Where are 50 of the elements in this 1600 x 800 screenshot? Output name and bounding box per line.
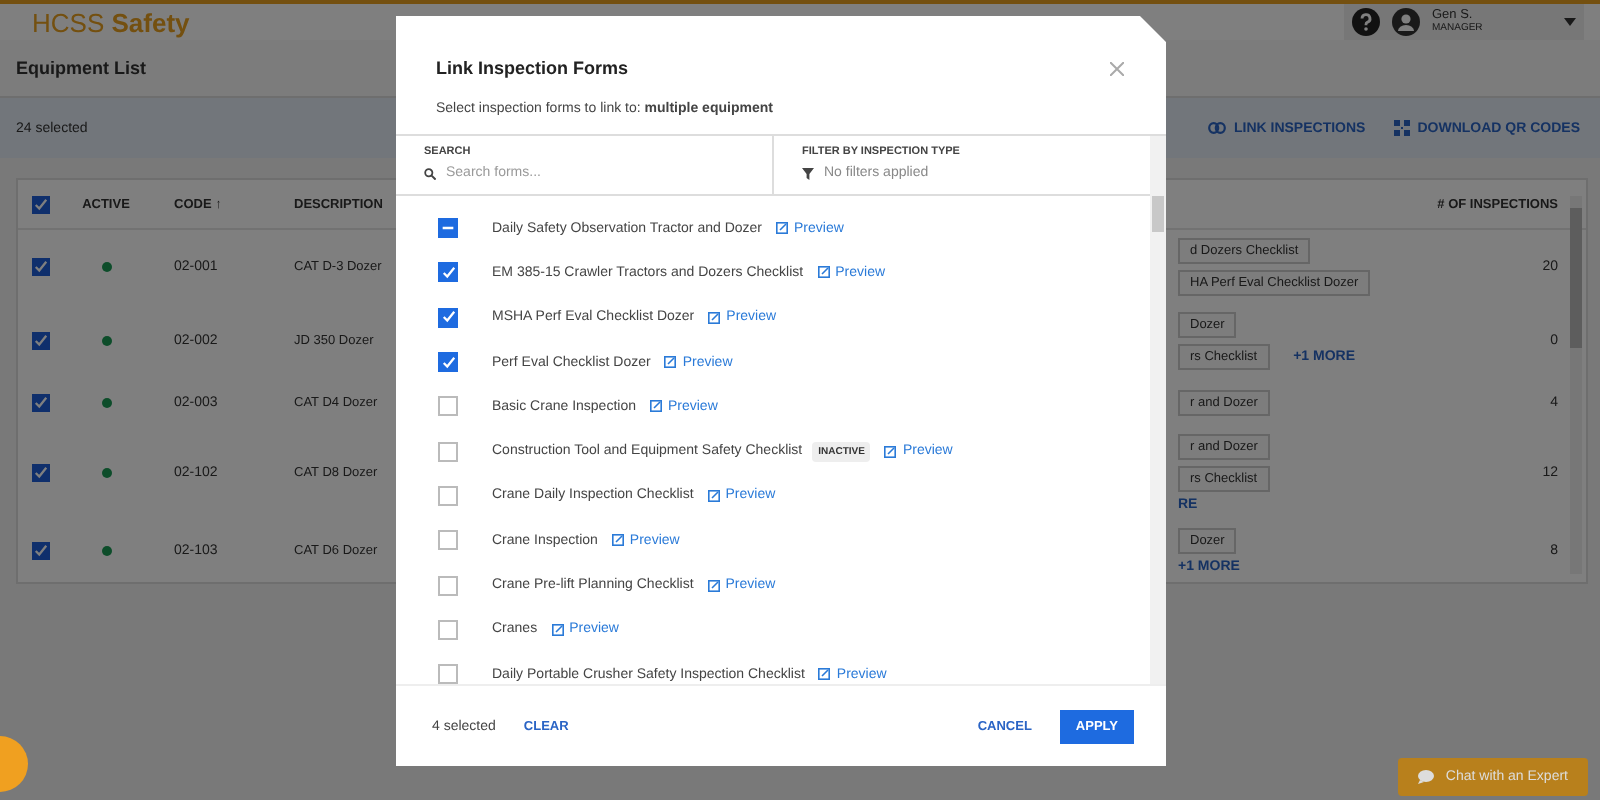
form-checkbox[interactable]	[438, 575, 458, 596]
link-icon	[1207, 122, 1226, 134]
chat-bubble-icon	[1417, 770, 1434, 784]
checkmark-icon	[33, 395, 47, 409]
checkmark-icon	[33, 260, 47, 274]
external-link-icon	[776, 222, 789, 235]
qr-code-icon	[1393, 120, 1410, 136]
search-icon	[424, 167, 436, 179]
external-link-icon	[707, 489, 720, 502]
dialog-title: Link Inspection Forms	[436, 58, 629, 78]
row-checkbox[interactable]	[31, 393, 49, 411]
form-checkbox[interactable]	[438, 530, 458, 551]
form-checkbox[interactable]	[438, 441, 458, 462]
external-link-icon	[551, 623, 564, 636]
form-checkbox[interactable]	[438, 619, 458, 640]
form-checkbox[interactable]	[438, 396, 458, 417]
select-all-checkbox[interactable]	[31, 195, 49, 213]
row-checkbox[interactable]	[31, 464, 49, 482]
checkmark-icon	[33, 466, 47, 480]
user-avatar-icon[interactable]	[1392, 8, 1420, 36]
checkmark-icon	[33, 544, 47, 558]
external-link-icon	[708, 311, 721, 324]
external-link-icon	[649, 400, 662, 413]
external-link-icon	[611, 534, 624, 547]
external-link-icon	[707, 579, 720, 592]
row-checkbox[interactable]	[31, 258, 49, 276]
checkmark-icon	[33, 334, 47, 348]
form-checkbox[interactable]	[438, 262, 458, 283]
page-title: Equipment List	[16, 58, 146, 78]
external-link-icon	[884, 445, 897, 458]
external-link-icon	[817, 266, 830, 279]
scrollbar[interactable]	[1570, 196, 1582, 574]
external-link-icon	[818, 668, 831, 681]
caret-icon[interactable]	[1564, 18, 1576, 26]
row-checkbox[interactable]	[31, 542, 49, 560]
form-checkbox[interactable]	[438, 485, 458, 506]
help-icon[interactable]	[1352, 8, 1380, 36]
checkmark-icon	[33, 197, 47, 211]
minus-icon	[442, 226, 454, 231]
external-link-icon	[664, 356, 677, 369]
close-icon[interactable]	[1110, 61, 1124, 75]
checkmark-icon	[441, 265, 455, 280]
checkmark-icon	[441, 310, 455, 325]
checkmark-icon	[441, 355, 455, 370]
row-checkbox[interactable]	[31, 332, 49, 350]
scrollbar[interactable]	[1150, 136, 1166, 684]
form-checkbox[interactable]	[438, 307, 458, 328]
form-checkbox[interactable]	[438, 218, 458, 239]
form-checkbox[interactable]	[438, 664, 458, 684]
form-checkbox[interactable]	[438, 352, 458, 373]
